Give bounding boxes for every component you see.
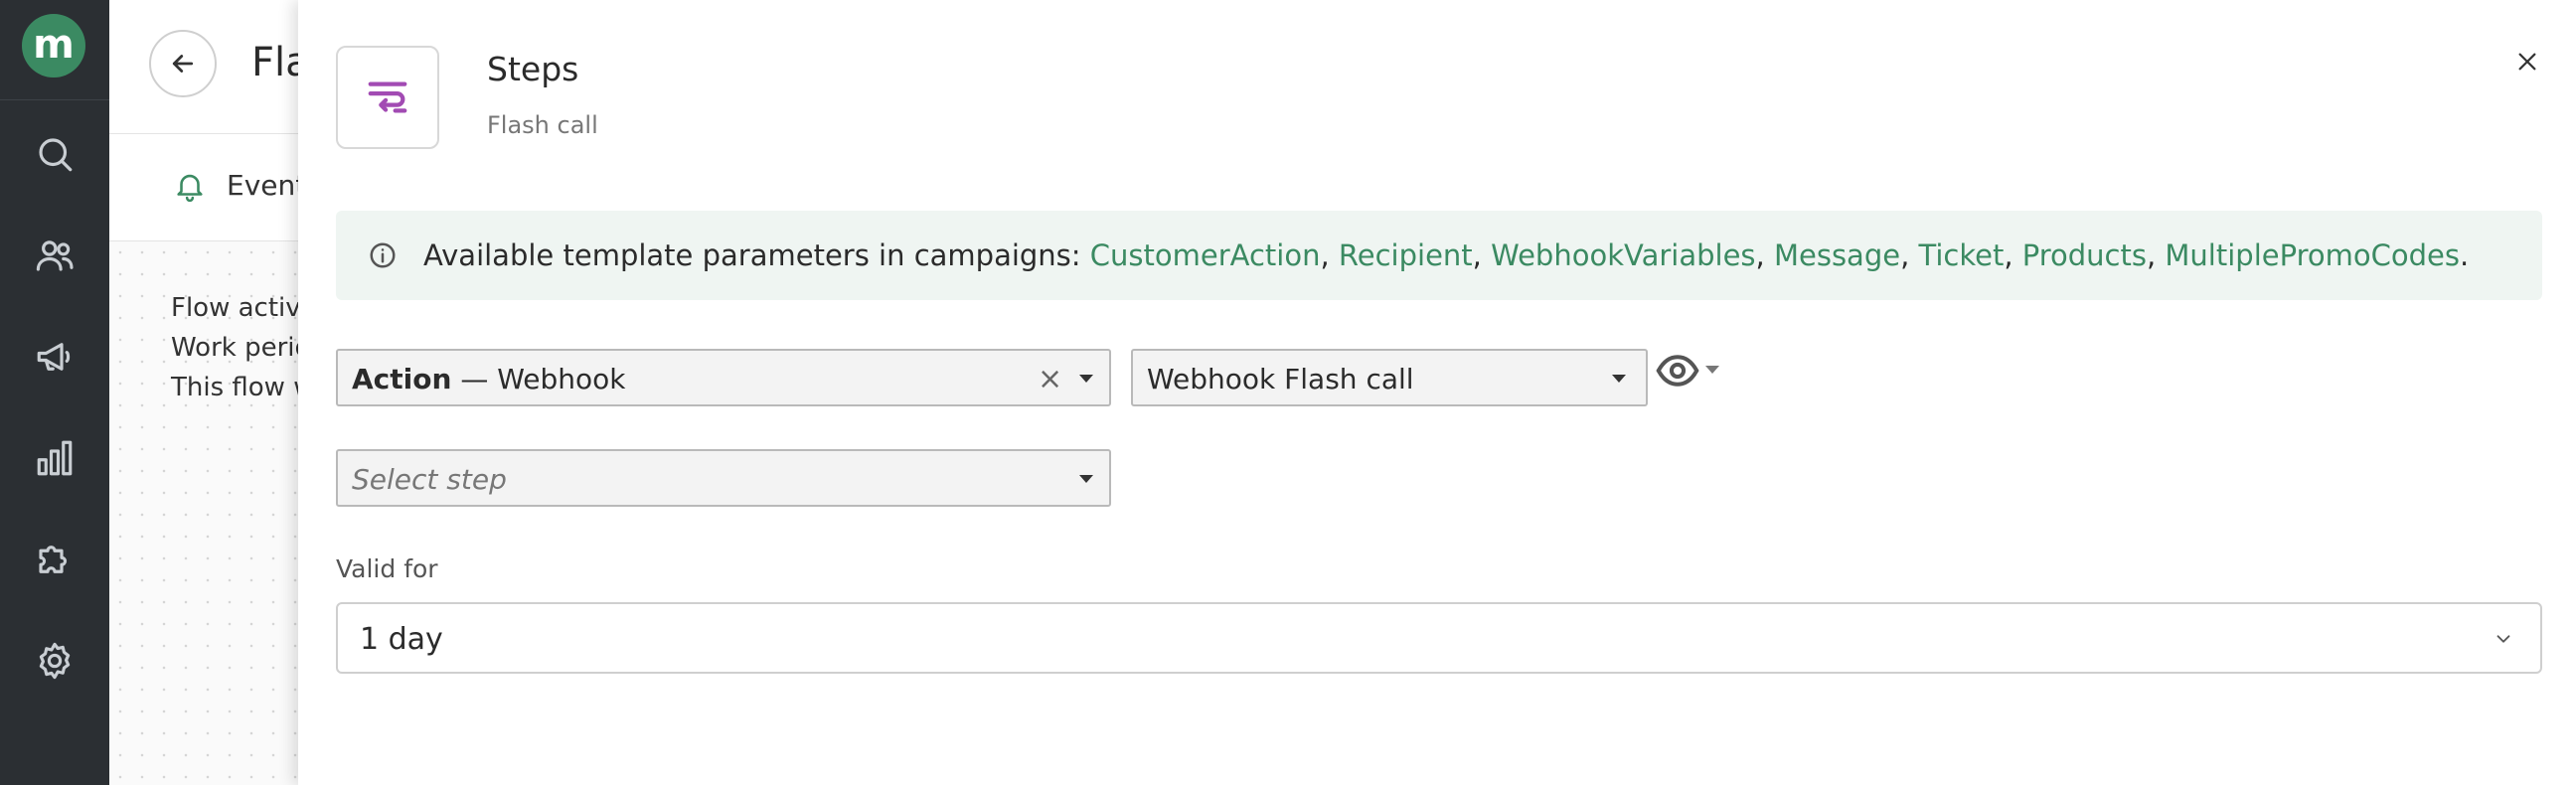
caret-down-icon bbox=[1612, 375, 1626, 383]
gear-icon bbox=[39, 642, 71, 680]
left-nav: m bbox=[0, 0, 109, 785]
info-prefix: Available template parameters in campaig… bbox=[423, 238, 1090, 272]
valid-for-label: Valid for bbox=[336, 554, 438, 583]
flow-info-line: Flow active bbox=[171, 293, 298, 323]
info-suffix: . bbox=[2459, 238, 2470, 272]
nav-search[interactable] bbox=[30, 129, 80, 179]
nav-analytics[interactable] bbox=[30, 433, 80, 483]
nav-divider bbox=[0, 99, 109, 100]
users-icon bbox=[36, 240, 74, 271]
webhook-select[interactable]: Webhook Flash call bbox=[1131, 349, 1648, 406]
preview-dropdown-caret[interactable] bbox=[1705, 366, 1719, 374]
close-button[interactable] bbox=[2509, 44, 2545, 79]
preview-button[interactable] bbox=[1656, 354, 1699, 388]
nav-users[interactable] bbox=[30, 231, 80, 280]
nav-integrations[interactable] bbox=[30, 535, 80, 584]
chevron-down-icon bbox=[2493, 628, 2514, 650]
valid-for-select[interactable]: 1 day bbox=[336, 602, 2542, 674]
clear-icon[interactable]: × bbox=[1038, 365, 1062, 394]
tab-events[interactable] bbox=[173, 169, 207, 203]
nav-settings[interactable] bbox=[30, 636, 80, 686]
param-link-ticket[interactable]: Ticket bbox=[1919, 238, 2005, 272]
param-link-webhookvariables[interactable]: WebhookVariables bbox=[1491, 238, 1755, 272]
page-title: Flash call bbox=[251, 40, 298, 85]
background-page: Flash call Events Flow active Work perio… bbox=[109, 0, 298, 785]
param-link-customeraction[interactable]: CustomerAction bbox=[1090, 238, 1321, 272]
steps-icon bbox=[368, 81, 407, 113]
close-icon bbox=[2518, 53, 2536, 71]
arrow-left-icon bbox=[172, 55, 194, 73]
caret-down-icon bbox=[1079, 475, 1093, 483]
step-select[interactable]: Select step bbox=[336, 449, 1111, 507]
logo[interactable]: m bbox=[22, 14, 85, 78]
puzzle-icon bbox=[39, 546, 68, 573]
param-link-multiplepromocodes[interactable]: MultiplePromoCodes bbox=[2165, 238, 2460, 272]
valid-for-value: 1 day bbox=[360, 622, 443, 657]
param-link-products[interactable]: Products bbox=[2022, 238, 2147, 272]
action-select[interactable]: Action — Webhook × bbox=[336, 349, 1111, 406]
back-button[interactable] bbox=[149, 30, 217, 97]
analytics-icon bbox=[37, 440, 73, 476]
info-text: Available template parameters in campaig… bbox=[423, 238, 2470, 272]
action-select-value: Action — Webhook bbox=[352, 363, 626, 395]
search-icon bbox=[39, 138, 73, 172]
drawer-title: Steps bbox=[487, 50, 579, 88]
caret-down-icon bbox=[1079, 375, 1093, 383]
step-type-badge bbox=[336, 46, 439, 149]
flow-info-line: Work period bbox=[171, 333, 298, 363]
step-select-placeholder: Select step bbox=[352, 463, 507, 496]
page-tabs: Events bbox=[109, 133, 298, 241]
drawer-subtitle: Flash call bbox=[487, 111, 598, 139]
eye-icon bbox=[1656, 355, 1699, 387]
steps-drawer: Steps Flash call Available template para… bbox=[298, 0, 2576, 785]
tab-events-label[interactable]: Events bbox=[227, 169, 298, 202]
bell-icon bbox=[177, 174, 203, 203]
param-link-recipient[interactable]: Recipient bbox=[1339, 238, 1473, 272]
webhook-select-value: Webhook Flash call bbox=[1147, 363, 1414, 395]
flow-canvas: Flow active Work period This flow will bbox=[109, 241, 298, 785]
template-params-info: Available template parameters in campaig… bbox=[336, 211, 2542, 300]
info-icon bbox=[368, 240, 398, 270]
megaphone-icon bbox=[37, 343, 71, 371]
page-header: Flash call bbox=[109, 0, 298, 134]
nav-campaigns[interactable] bbox=[30, 332, 80, 382]
param-link-message[interactable]: Message bbox=[1774, 238, 1900, 272]
flow-info-line: This flow will bbox=[171, 373, 298, 402]
